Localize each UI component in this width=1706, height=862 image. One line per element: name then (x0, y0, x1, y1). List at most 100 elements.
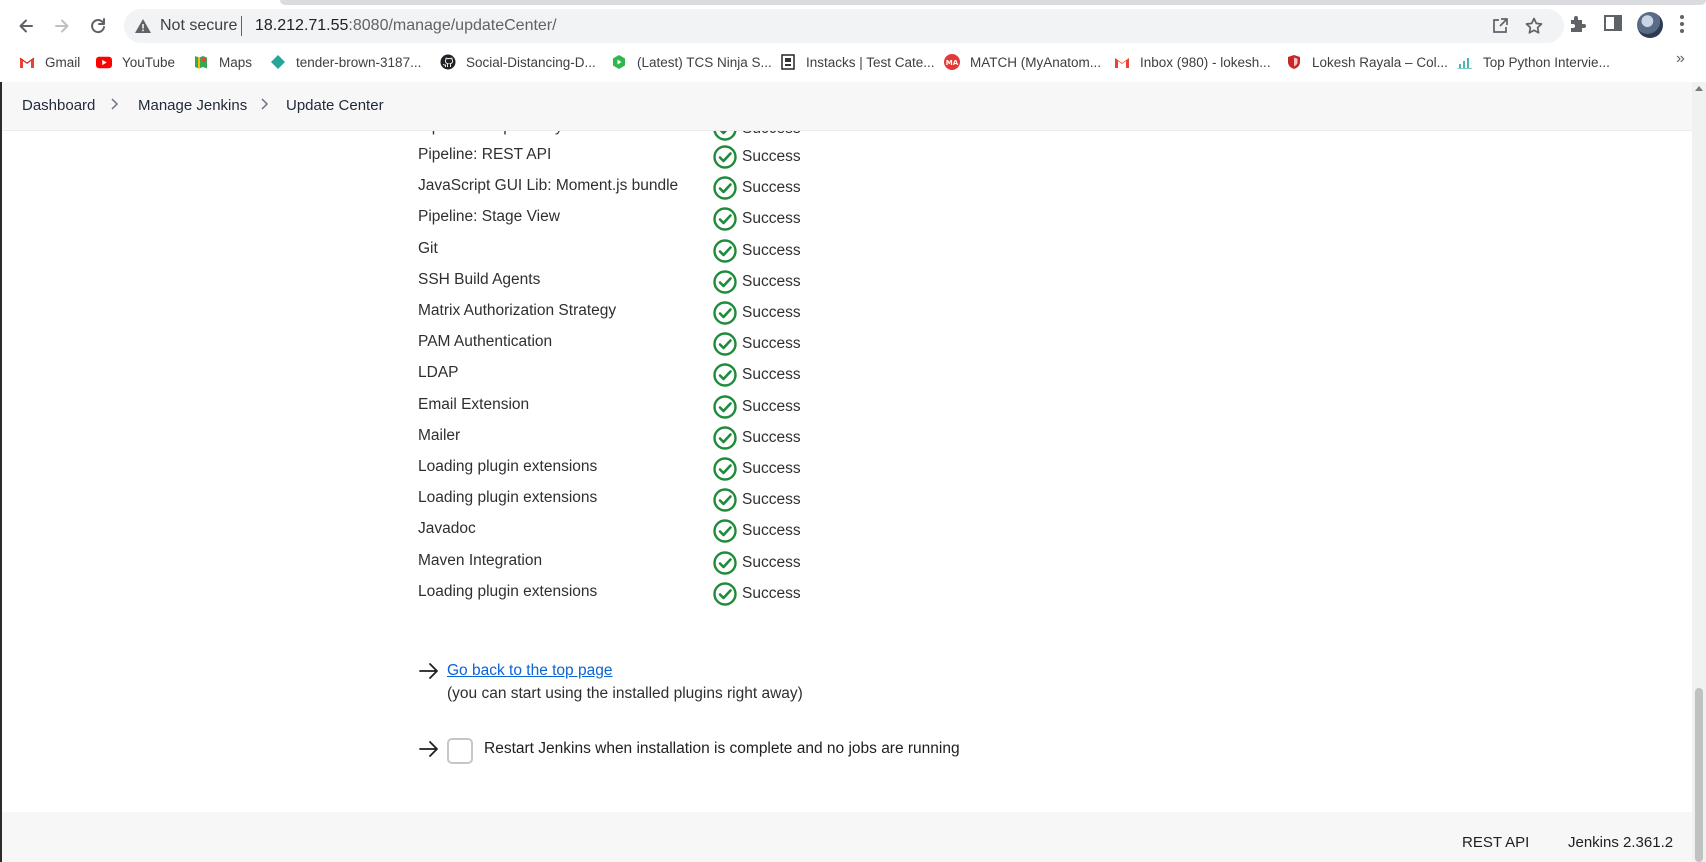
bookmark-label: (Latest) TCS Ninja S... (637, 54, 772, 70)
status-label: Success (742, 397, 801, 415)
go-back-top-link[interactable]: Go back to the top page (447, 662, 612, 680)
share-icon[interactable] (1490, 16, 1510, 36)
plugin-name: Javadoc (418, 520, 476, 538)
bookmark-tcs-ninja[interactable]: (Latest) TCS Ninja S... (611, 51, 772, 73)
bookmark-gmail[interactable]: Gmail (19, 51, 80, 73)
bookmark-instacks[interactable]: Instacks | Test Cate... (780, 51, 935, 73)
success-check-icon (713, 176, 737, 200)
bookmark-star-icon[interactable] (1524, 16, 1544, 36)
status-badge: Success (712, 267, 801, 297)
warning-icon[interactable] (134, 17, 152, 35)
plugin-row: Email Extension Success (418, 392, 818, 422)
extensions-icon[interactable] (1567, 12, 1589, 34)
reload-button[interactable] (82, 10, 114, 42)
status-badge: Success (712, 204, 801, 234)
success-check-icon (713, 145, 737, 169)
restart-checkbox[interactable] (447, 738, 473, 764)
bookmark-label: Lokesh Rayala – Col... (1312, 54, 1448, 70)
scroll-up-arrow[interactable] (1695, 86, 1703, 91)
back-button[interactable] (10, 10, 42, 42)
bookmark-label: Social-Distancing-D... (466, 54, 596, 70)
breadcrumb-dashboard[interactable]: Dashboard (22, 97, 95, 114)
bookmark-label: Maps (219, 54, 253, 70)
plugin-row: Git Success (418, 236, 818, 266)
bookmark-social-distancing[interactable]: Social-Distancing-D... (440, 51, 596, 73)
bookmark-label: MATCH (MyAnatom... (970, 54, 1102, 70)
status-badge: Success (712, 485, 801, 515)
url-path: :8080/manage/updateCenter/ (348, 17, 557, 34)
status-badge: Success (712, 298, 801, 328)
bookmark-top-python[interactable]: Top Python Intervie... (1457, 51, 1610, 73)
status-label: Success (742, 131, 801, 138)
bookmark-youtube[interactable]: YouTube (96, 51, 175, 73)
url-text[interactable]: 18.212.71.55:8080/manage/updateCenter/ (255, 17, 557, 35)
status-badge: Success (712, 173, 801, 203)
security-label[interactable]: Not secure (160, 17, 237, 35)
success-check-icon (713, 131, 737, 141)
back-link-note: (you can start using the installed plugi… (447, 685, 803, 702)
bookmark-maps[interactable]: Maps (193, 51, 252, 73)
plugin-name: Loading plugin extensions (418, 458, 598, 475)
success-check-icon (713, 519, 737, 544)
plugin-row: Pipeline: REST API Success (418, 142, 818, 172)
forward-button[interactable] (46, 10, 78, 42)
scrollbar-thumb[interactable] (1695, 688, 1703, 862)
gmail-icon (19, 54, 35, 70)
breadcrumb-manage-jenkins[interactable]: Manage Jenkins (138, 97, 247, 114)
status-badge: Success (712, 236, 801, 266)
profile-avatar[interactable] (1637, 12, 1663, 38)
plugin-row: Loading plugin extensions Success (418, 485, 818, 515)
success-check-icon (713, 394, 737, 419)
success-check-icon (713, 332, 737, 356)
side-panel-icon[interactable] (1602, 12, 1624, 34)
more-bookmarks-button[interactable]: » (1676, 50, 1685, 68)
youtube-icon (96, 54, 112, 70)
success-check-icon (713, 488, 737, 512)
success-check-icon (713, 207, 737, 232)
restart-checkbox-label[interactable]: Restart Jenkins when installation is com… (484, 740, 960, 758)
success-check-icon (713, 457, 737, 481)
arrow-right-icon (55, 19, 69, 33)
status-label: Success (742, 335, 801, 353)
install-status-list: Pipeline Graph AnalysisSuccessPipeline: … (0, 131, 1692, 811)
status-label: Success (742, 241, 801, 259)
maps-icon (193, 54, 209, 70)
success-check-icon (713, 582, 737, 606)
status-label: Success (742, 491, 801, 509)
chevron-right-icon (261, 98, 269, 110)
status-badge: Success (712, 454, 801, 484)
github-icon (440, 54, 456, 70)
plugin-name: Loading plugin extensions (418, 582, 598, 600)
plugin-name: Git (418, 239, 438, 257)
plugin-row: PAM Authentication Success (418, 329, 818, 359)
page-scrollbar[interactable] (1692, 82, 1706, 862)
gmail-icon (1114, 54, 1130, 70)
plugin-name: Maven Integration (418, 551, 543, 569)
success-check-icon (713, 363, 737, 388)
success-check-icon (713, 550, 737, 575)
browser-menu-icon[interactable] (1676, 12, 1688, 36)
status-label: Success (742, 179, 801, 197)
shield-icon (1286, 54, 1302, 70)
status-label: Success (742, 304, 801, 321)
reload-icon (91, 18, 105, 34)
breadcrumb-update-center[interactable]: Update Center (286, 97, 384, 114)
bookmark-match[interactable]: MA MATCH (MyAnatom... (944, 51, 1101, 73)
jenkins-version-link[interactable]: Jenkins 2.361.2 (1568, 834, 1673, 851)
status-badge: Success (712, 423, 801, 453)
status-badge: Success (712, 142, 801, 172)
success-check-icon (713, 301, 737, 325)
bookmark-inbox[interactable]: Inbox (980) - lokesh... (1114, 51, 1271, 73)
plugin-row: Loading plugin extensions Success (418, 579, 818, 609)
plugin-name: LDAP (418, 364, 459, 382)
svg-text:MA: MA (946, 59, 959, 67)
plugin-row: Pipeline: Stage View Success (418, 204, 818, 234)
rest-api-link[interactable]: REST API (1462, 834, 1529, 851)
address-bar[interactable]: Not secure 18.212.71.55:8080/manage/upda… (124, 9, 1564, 43)
bookmark-lokesh[interactable]: Lokesh Rayala – Col... (1286, 51, 1448, 73)
status-label: Success (742, 584, 801, 602)
plugin-name: Mailer (418, 426, 461, 444)
bookmark-tender-brown[interactable]: tender-brown-3187... (270, 51, 421, 73)
status-label: Success (742, 522, 801, 540)
plugin-name: Matrix Authorization Strategy (418, 302, 617, 319)
